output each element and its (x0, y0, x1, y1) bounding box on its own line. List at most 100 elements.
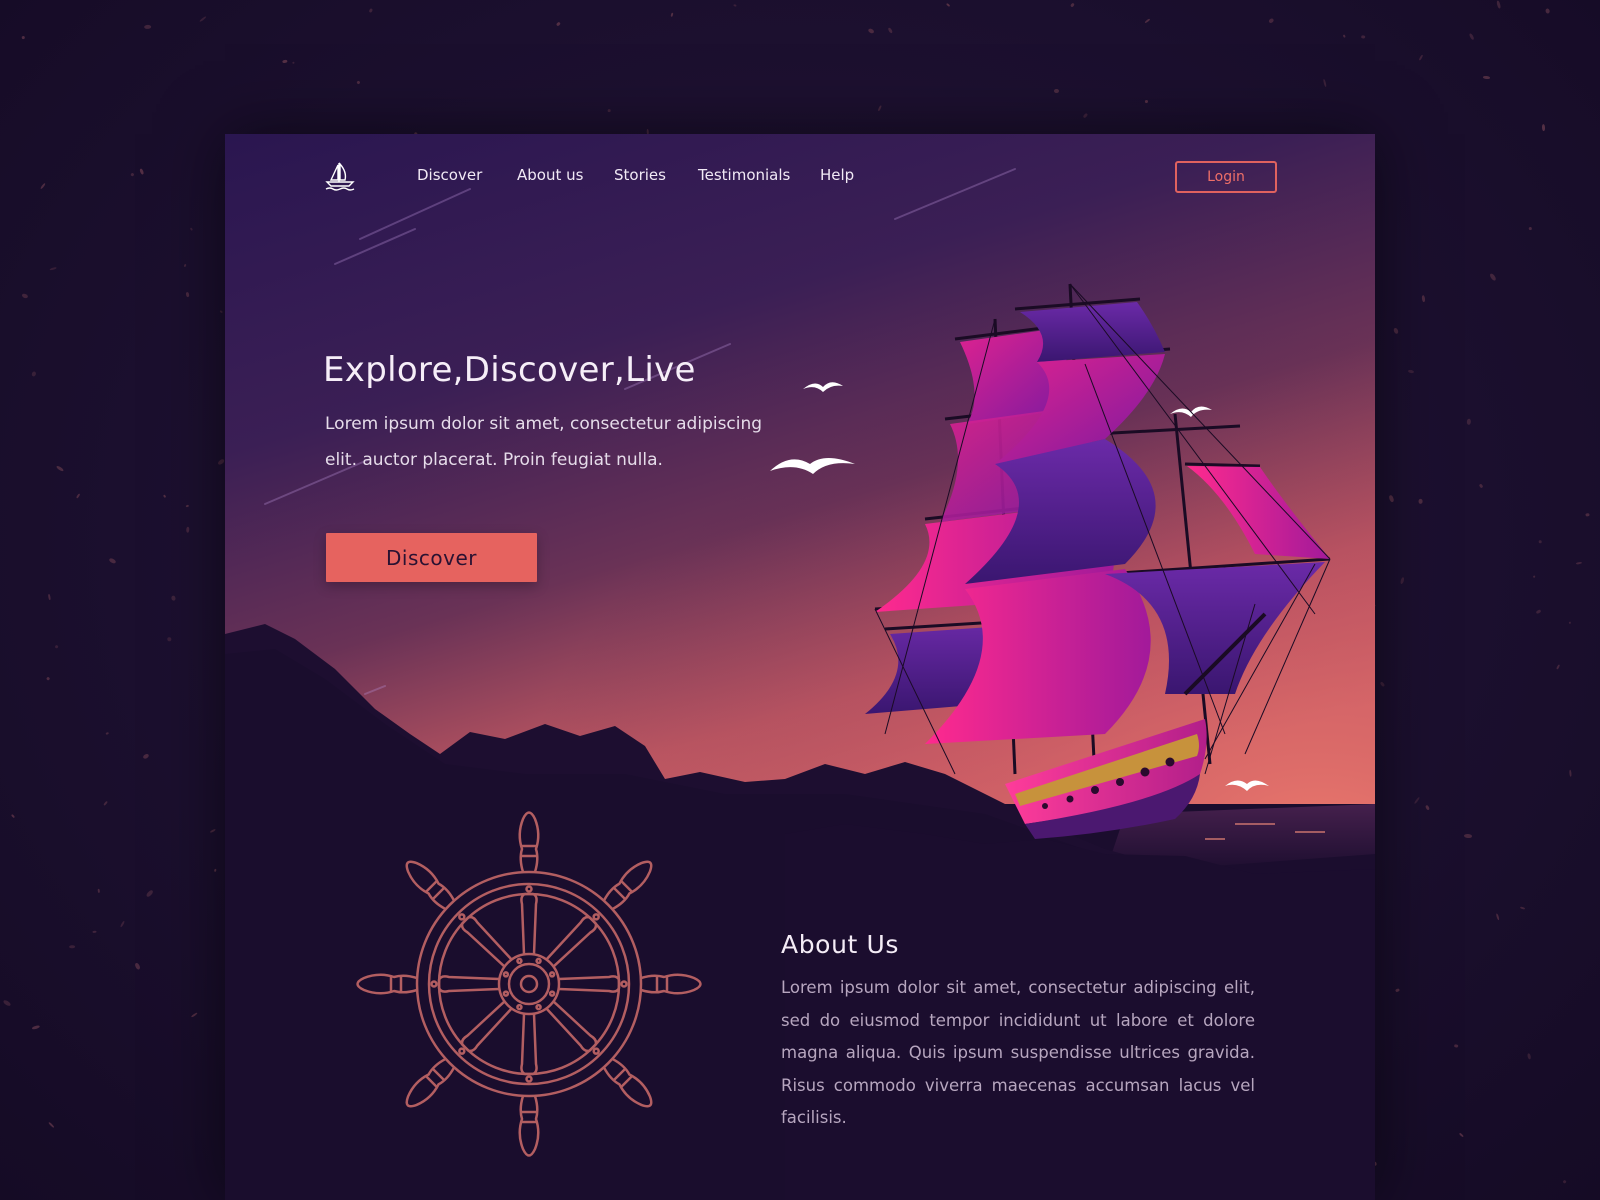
background-speck (30, 370, 37, 378)
background-speck (1568, 769, 1572, 777)
background-speck (162, 494, 167, 499)
background-speck (1468, 32, 1475, 41)
background-speck (142, 753, 150, 760)
about-title: About Us (781, 930, 899, 959)
background-speck (119, 920, 125, 928)
background-speck (1538, 539, 1542, 543)
background-speck (1144, 99, 1148, 103)
background-speck (1408, 369, 1415, 374)
background-speck (945, 2, 951, 8)
background-speck (556, 21, 561, 27)
background-speck (887, 26, 894, 35)
background-speck (105, 731, 110, 735)
background-speck (39, 182, 46, 191)
background-speck (1394, 988, 1400, 993)
background-speck (281, 59, 288, 64)
ship-wheel-icon (356, 811, 702, 1157)
background-speck (368, 7, 373, 13)
background-speck (1268, 17, 1275, 24)
background-speck (670, 12, 674, 17)
discover-button[interactable]: Discover (326, 533, 537, 582)
background-speck (167, 636, 173, 642)
background-speck (1400, 577, 1405, 585)
background-speck (11, 813, 16, 818)
background-speck (1541, 123, 1546, 131)
background-speck (1454, 1043, 1459, 1047)
background-speck (1575, 561, 1582, 565)
background-speck (608, 108, 612, 112)
background-speck (1532, 575, 1536, 579)
background-speck (97, 888, 100, 893)
background-speck (1464, 833, 1473, 838)
background-speck (185, 291, 190, 298)
background-speck (54, 644, 59, 649)
background-speck (199, 16, 207, 23)
background-speck (209, 828, 216, 834)
background-speck (1323, 79, 1328, 88)
background-speck (1520, 906, 1526, 911)
background-speck (186, 526, 190, 533)
background-speck (1342, 34, 1346, 38)
background-speck (1528, 226, 1533, 231)
background-speck (1544, 8, 1551, 15)
background-speck (171, 594, 177, 601)
background-speck (1496, 0, 1501, 9)
background-speck (48, 1121, 56, 1128)
background-speck (1361, 34, 1366, 39)
background-speck (108, 556, 118, 564)
nav-link-testimonials[interactable]: Testimonials (698, 166, 790, 184)
background-speck (732, 4, 737, 8)
background-speck (1459, 1132, 1465, 1138)
background-speck (1496, 912, 1501, 921)
background-speck (2, 999, 12, 1007)
background-speck (1054, 89, 1059, 94)
background-speck (878, 104, 883, 111)
sailboat-icon[interactable] (324, 160, 356, 192)
nav-link-help[interactable]: Help (820, 166, 854, 184)
background-speck (1488, 272, 1497, 281)
background-speck (1466, 418, 1471, 425)
background-speck (69, 944, 76, 949)
background-speck (1425, 805, 1430, 811)
background-speck (1527, 1052, 1532, 1060)
background-speck (1082, 113, 1088, 119)
background-speck (356, 80, 361, 85)
background-speck (867, 28, 876, 36)
background-speck (22, 35, 26, 39)
nav-link-about-us[interactable]: About us (517, 166, 583, 184)
background-speck (1478, 483, 1484, 489)
background-speck (219, 309, 224, 314)
background-speck (1586, 512, 1591, 517)
background-speck (47, 594, 52, 601)
background-speck (56, 464, 65, 472)
background-speck (133, 962, 141, 970)
background-speck (185, 504, 190, 508)
background-speck (191, 1012, 198, 1018)
background-speck (183, 264, 187, 269)
hero-description: Lorem ipsum dolor sit amet, consectetur … (325, 414, 763, 470)
nav-link-discover[interactable]: Discover (417, 166, 482, 184)
background-speck (1562, 1179, 1567, 1185)
background-speck (1393, 327, 1400, 335)
landing-page: Discover About us Stories Testimonials H… (225, 134, 1375, 1200)
background-speck (50, 266, 57, 271)
background-speck (1421, 295, 1426, 303)
about-description: Lorem ipsum dolor sit amet, consectetur … (781, 978, 1255, 1127)
background-speck (1388, 494, 1395, 503)
background-speck (1417, 498, 1423, 504)
hero-title: Explore,Discover,Live (323, 350, 696, 390)
background-speck (189, 227, 193, 231)
login-button[interactable]: Login (1175, 161, 1277, 193)
background-speck (1144, 17, 1151, 24)
background-speck (1069, 3, 1075, 8)
background-speck (217, 458, 225, 466)
nav-link-stories[interactable]: Stories (614, 166, 666, 184)
background-speck (1482, 75, 1490, 79)
background-speck (1568, 621, 1572, 624)
background-speck (292, 62, 296, 65)
background-speck (1556, 664, 1561, 670)
background-speck (76, 493, 81, 499)
background-speck (92, 931, 97, 934)
background-speck (143, 24, 151, 29)
background-speck (1413, 796, 1420, 804)
